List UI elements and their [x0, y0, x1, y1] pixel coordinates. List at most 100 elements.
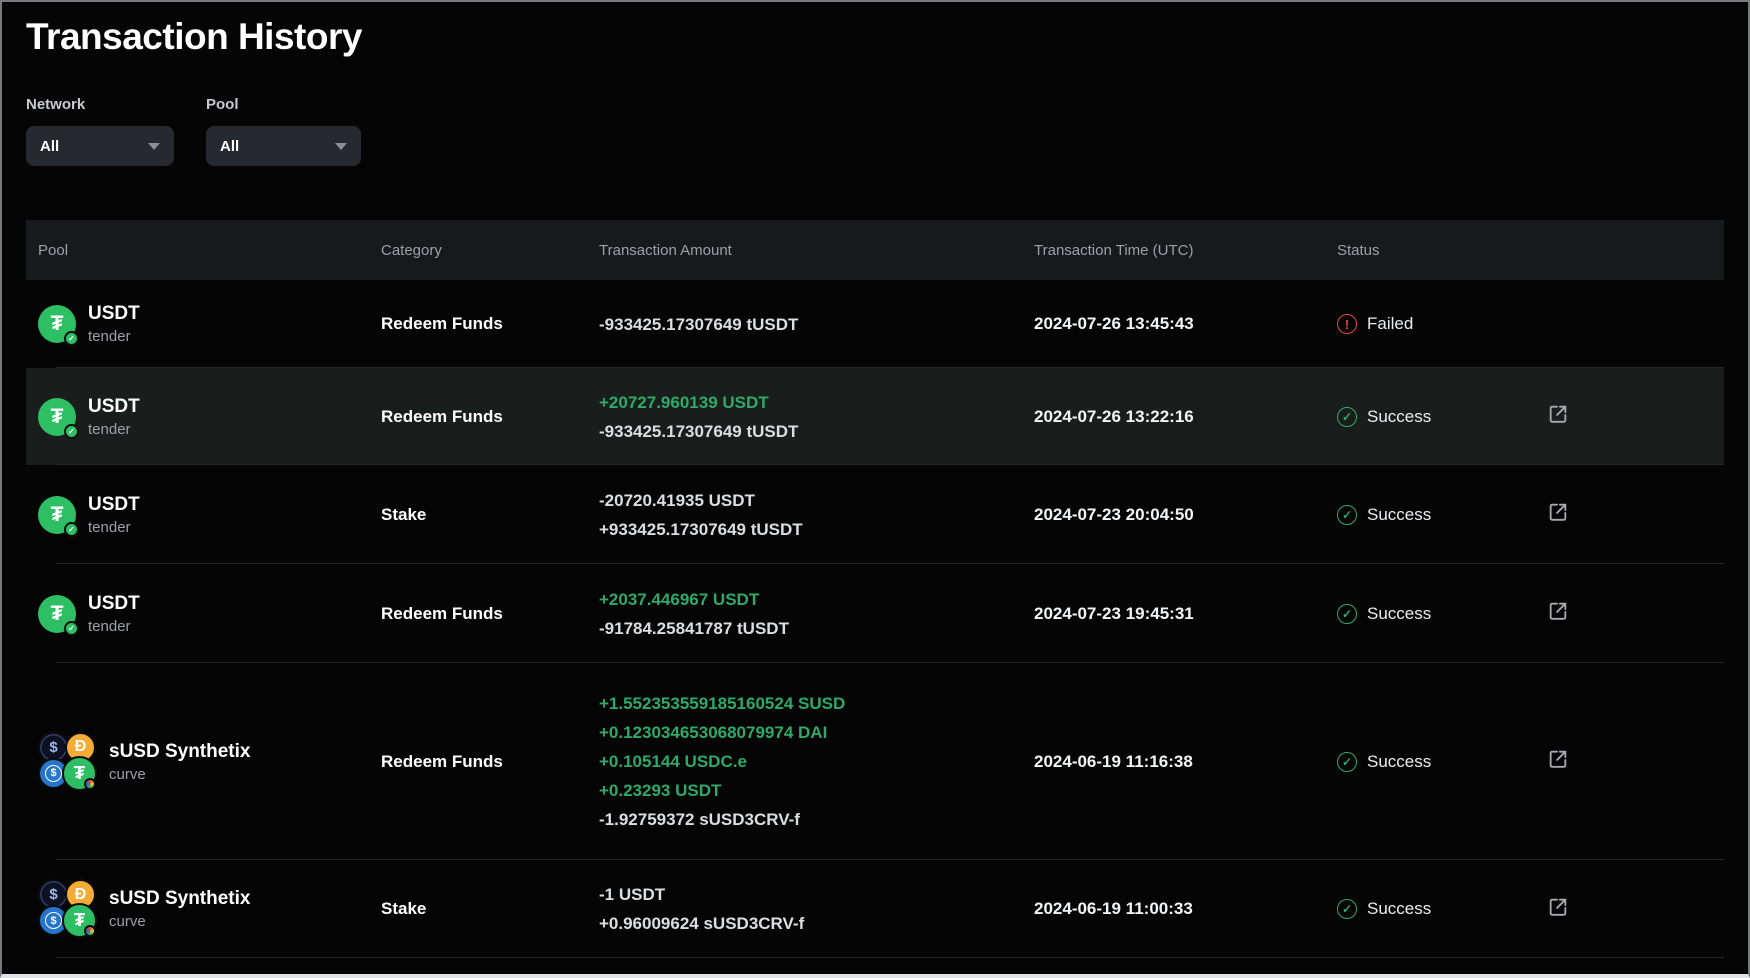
susd-pool-icon-cluster: $ Ð $ ₮: [38, 879, 97, 939]
external-link-button[interactable]: [1547, 500, 1571, 524]
amount-line: +1.552353559185160524 SUSD: [599, 689, 1034, 718]
status: ✓ Success: [1337, 505, 1517, 525]
actions-cell: [1517, 599, 1724, 628]
transaction-amounts: +1.552353559185160524 SUSD+0.12303465306…: [599, 689, 1034, 834]
transaction-amounts: -20720.41935 USDT+933425.17307649 tUSDT: [599, 486, 1034, 544]
column-header-pool: Pool: [26, 242, 381, 259]
status: ✓ Success: [1337, 899, 1517, 919]
success-icon: ✓: [1337, 407, 1357, 427]
verified-badge-icon: ✓: [64, 621, 79, 636]
usdt-coin-icon: ₮: [62, 756, 97, 791]
amount-line: +2037.446967 USDT: [599, 585, 1034, 614]
column-header-status: Status: [1337, 242, 1517, 259]
actions-cell: [1517, 747, 1724, 776]
transaction-time: 2024-07-23 19:45:31: [1034, 604, 1337, 624]
amount-line: -91784.25841787 tUSDT: [599, 614, 1034, 643]
pool-name: USDT: [88, 303, 140, 325]
pool-select[interactable]: All: [206, 126, 361, 166]
transaction-amounts: +2037.446967 USDT-91784.25841787 tUSDT: [599, 585, 1034, 643]
pool-name: USDT: [88, 593, 140, 615]
actions-cell: [1517, 402, 1724, 431]
curve-badge-icon: [84, 778, 96, 790]
pool-protocol: curve: [109, 913, 250, 930]
usdt-coin-icon: ₮ ✓: [38, 496, 76, 534]
amount-line: +933425.17307649 tUSDT: [599, 515, 1034, 544]
pool-cell: ₮ ✓ USDT tender: [26, 396, 381, 438]
category: Stake: [381, 505, 599, 525]
pool-protocol: tender: [88, 421, 140, 438]
pool-protocol: curve: [109, 766, 250, 783]
verified-badge-icon: ✓: [64, 331, 79, 346]
pool-protocol: tender: [88, 519, 140, 536]
usdt-coin-icon: ₮ ✓: [38, 305, 76, 343]
usdt-coin-icon: ₮ ✓: [38, 398, 76, 436]
amount-line: +0.96009624 sUSD3CRV-f: [599, 909, 1034, 938]
pool-filter: Pool All: [206, 96, 361, 166]
column-header-time: Transaction Time (UTC): [1034, 242, 1337, 259]
failed-icon: !: [1337, 314, 1357, 334]
pool-cell: ₮ ✓ USDT tender: [26, 494, 381, 536]
status: ! Failed: [1337, 314, 1517, 334]
network-select-value: All: [40, 138, 59, 155]
pool-name: USDT: [88, 494, 140, 516]
transaction-time: 2024-06-19 11:00:33: [1034, 899, 1337, 919]
pool-name: sUSD Synthetix: [109, 741, 250, 763]
success-icon: ✓: [1337, 752, 1357, 772]
status-label: Success: [1367, 407, 1431, 427]
status-label: Success: [1367, 899, 1431, 919]
column-header-category: Category: [381, 242, 599, 259]
pool-protocol: tender: [88, 618, 140, 635]
category: Redeem Funds: [381, 314, 599, 334]
network-filter: Network All: [26, 96, 174, 166]
external-link-button[interactable]: [1547, 895, 1571, 919]
table-row: ₮ ✓ USDT tender Redeem Funds +20727.9601…: [26, 368, 1724, 465]
status: ✓ Success: [1337, 752, 1517, 772]
status-label: Success: [1367, 752, 1431, 772]
pool-cell: ₮ ✓ USDT tender: [26, 593, 381, 635]
amount-line: +20727.960139 USDT: [599, 388, 1034, 417]
success-icon: ✓: [1337, 899, 1357, 919]
network-select[interactable]: All: [26, 126, 174, 166]
external-link-button[interactable]: [1547, 599, 1571, 623]
category: Stake: [381, 899, 599, 919]
external-link-button[interactable]: [1547, 747, 1571, 771]
status-label: Success: [1367, 604, 1431, 624]
verified-badge-icon: ✓: [64, 424, 79, 439]
pool-name: sUSD Synthetix: [109, 888, 250, 910]
usdt-coin-icon: ₮ ✓: [38, 595, 76, 633]
transaction-amounts: -1 USDT+0.96009624 sUSD3CRV-f: [599, 880, 1034, 938]
table-row: $ Ð $ ₮ sUSD Synthetix curve Stake -1 US…: [26, 860, 1724, 958]
success-icon: ✓: [1337, 505, 1357, 525]
transaction-time: 2024-06-19 11:16:38: [1034, 752, 1337, 772]
status: ✓ Success: [1337, 604, 1517, 624]
susd-pool-icon-cluster: $ Ð $ ₮: [38, 732, 97, 792]
pool-cell: $ Ð $ ₮ sUSD Synthetix curve: [26, 879, 381, 939]
column-header-amount: Transaction Amount: [599, 242, 1034, 259]
amount-line: -1 USDT: [599, 880, 1034, 909]
transaction-time: 2024-07-26 13:22:16: [1034, 407, 1337, 427]
amount-line: -933425.17307649 tUSDT: [599, 417, 1034, 446]
transaction-amounts: +20727.960139 USDT-933425.17307649 tUSDT: [599, 388, 1034, 446]
amount-line: -20720.41935 USDT: [599, 486, 1034, 515]
pool-select-value: All: [220, 138, 239, 155]
transaction-time: 2024-07-26 13:45:43: [1034, 314, 1337, 334]
actions-cell: [1517, 895, 1724, 924]
curve-badge-icon: [84, 925, 96, 937]
category: Redeem Funds: [381, 407, 599, 427]
external-link-button[interactable]: [1547, 402, 1571, 426]
table-body: ₮ ✓ USDT tender Redeem Funds -933425.173…: [26, 280, 1724, 958]
amount-line: +0.123034653068079974 DAI: [599, 718, 1034, 747]
usdt-coin-icon: ₮: [62, 903, 97, 938]
transaction-amounts: -933425.17307649 tUSDT: [599, 310, 1034, 339]
success-icon: ✓: [1337, 604, 1357, 624]
pool-cell: $ Ð $ ₮ sUSD Synthetix curve: [26, 732, 381, 792]
table-row: ₮ ✓ USDT tender Stake -20720.41935 USDT+…: [26, 465, 1724, 564]
pool-cell: ₮ ✓ USDT tender: [26, 303, 381, 345]
status-label: Failed: [1367, 314, 1413, 334]
amount-line: +0.23293 USDT: [599, 776, 1034, 805]
table-row: ₮ ✓ USDT tender Redeem Funds -933425.173…: [26, 280, 1724, 368]
table-row: ₮ ✓ USDT tender Redeem Funds +2037.44696…: [26, 564, 1724, 663]
pool-name: USDT: [88, 396, 140, 418]
category: Redeem Funds: [381, 604, 599, 624]
status-label: Success: [1367, 505, 1431, 525]
